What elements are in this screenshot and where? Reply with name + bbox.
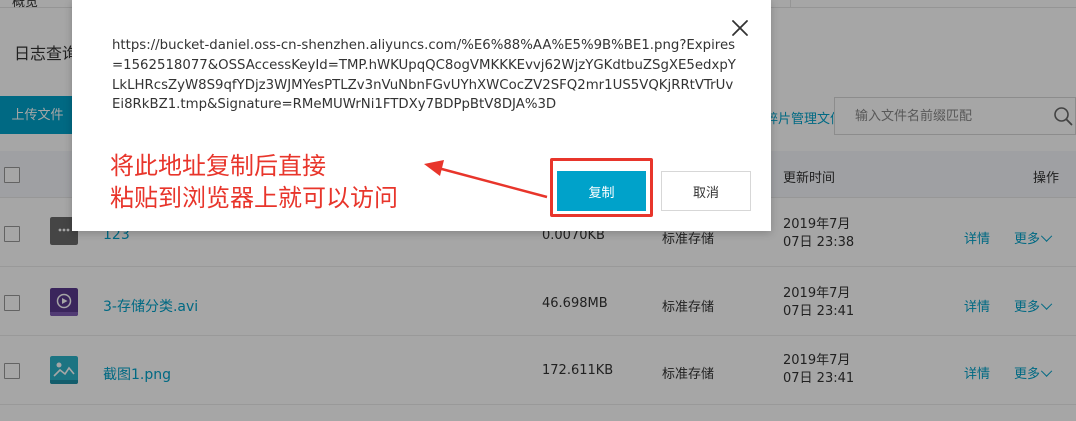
annotation-line-2: 粘贴到浏览器上就可以访问 [110, 184, 398, 212]
signed-url-text: https://bucket-daniel.oss-cn-shenzhen.al… [112, 38, 736, 113]
annotation-line-1: 将此地址复制后直接 [110, 152, 326, 180]
copy-button[interactable]: 复制 [557, 171, 646, 211]
cancel-button[interactable]: 取消 [661, 171, 751, 211]
